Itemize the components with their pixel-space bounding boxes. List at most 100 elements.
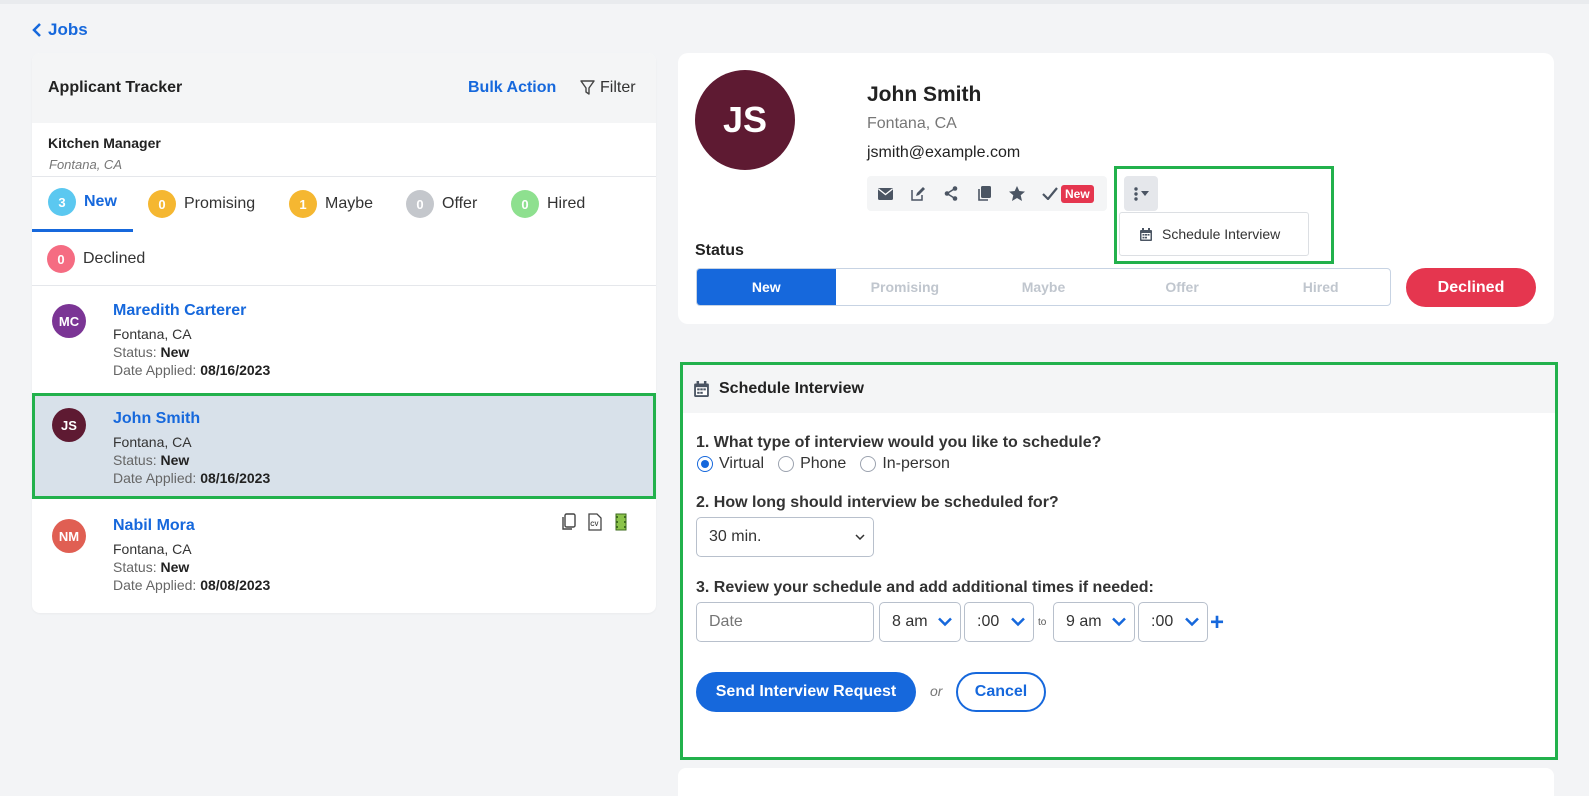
count-badge: 0 [406,190,434,218]
tab-declined[interactable]: 0 Declined [47,245,145,273]
start-minute-select[interactable]: :00 [964,602,1034,642]
applicant-item-nabil-mora[interactable]: NM Nabil Mora Fontana, CA Status: New Da… [32,501,656,607]
status-option-promising[interactable]: Promising [836,269,975,305]
chevron-down-icon [855,534,865,540]
copy-icon[interactable] [976,186,992,202]
more-actions-button[interactable] [1124,176,1158,211]
tab-label: Promising [184,195,256,212]
job-location: Fontana, CA [49,157,122,172]
radio-in-person[interactable]: In-person [860,455,950,473]
status-option-new[interactable]: New [697,269,836,305]
add-time-button[interactable]: + [1210,609,1224,637]
applicant-name[interactable]: Nabil Mora [113,517,195,535]
tab-label: Declined [83,250,146,267]
status-label: Status: [113,452,157,468]
profile-name: John Smith [867,83,982,106]
tab-label: Maybe [325,195,374,212]
applicant-name[interactable]: John Smith [113,410,200,428]
back-label: Jobs [48,20,88,39]
send-interview-request-button[interactable]: Send Interview Request [696,672,916,712]
radio-virtual[interactable]: Virtual [697,455,764,473]
tab-label: Offer [442,195,478,212]
date-label: Date Applied: [113,362,197,378]
count-badge: 0 [511,190,539,218]
interview-type-options: Virtual Phone In-person [697,455,950,473]
question-interview-type: 1. What type of interview would you like… [696,434,1102,451]
tracker-title: Applicant Tracker [48,79,183,96]
cancel-button[interactable]: Cancel [956,672,1046,712]
applicant-date: Date Applied: 08/08/2023 [113,577,270,593]
applicant-actions: CV [560,513,630,531]
radio-button[interactable] [860,456,877,472]
status-option-offer[interactable]: Offer [1113,269,1252,305]
radio-button[interactable] [697,456,713,472]
date-label: Date Applied: [113,577,197,593]
next-card [678,768,1554,796]
chevron-left-icon [32,23,41,37]
or-label: or [930,683,943,699]
status-option-hired[interactable]: Hired [1251,269,1390,305]
radio-button[interactable] [778,456,795,472]
filter-label: Filter [600,79,636,96]
tab-offer[interactable]: 0 Offer [406,190,477,218]
date-value: 08/16/2023 [200,362,271,378]
schedule-header: Schedule Interview [683,365,1555,413]
end-hour-select[interactable]: 9 am [1053,602,1135,642]
schedule-interview-menu-item[interactable]: Schedule Interview [1119,212,1309,256]
back-to-jobs-link[interactable]: Jobs [32,20,88,40]
tab-promising[interactable]: 0 Promising [148,190,255,218]
radio-label: Virtual [719,455,765,472]
applicant-status: Status: New [113,559,189,575]
radio-phone[interactable]: Phone [778,455,846,473]
applicant-item-maredith-carterer[interactable]: MC Maredith Carterer Fontana, CA Status:… [32,286,656,392]
date-value: 08/16/2023 [200,470,271,486]
date-input[interactable] [696,602,874,642]
star-icon[interactable] [1009,186,1025,202]
status-value: New [160,344,190,360]
applicant-item-john-smith[interactable]: JS John Smith Fontana, CA Status: New Da… [32,393,656,499]
status-option-maybe[interactable]: Maybe [974,269,1113,305]
chevron-down-icon [938,617,952,627]
status-label: Status: [113,344,157,360]
applicant-status: Status: New [113,452,189,468]
new-badge: New [1061,184,1094,203]
start-hour-select[interactable]: 8 am [879,602,961,642]
date-value: 08/08/2023 [200,577,271,593]
check-icon[interactable] [1042,186,1058,202]
calendar-icon [1140,227,1152,241]
cv-icon[interactable]: CV [586,513,604,531]
edit-icon[interactable] [910,186,926,202]
count-badge: 0 [47,245,75,273]
status-label: Status: [113,559,157,575]
video-icon[interactable] [612,513,630,531]
to-label: to [1038,617,1047,628]
duration-select[interactable]: 30 min. [696,517,874,557]
top-divider [0,0,1589,4]
copy-icon[interactable] [560,513,578,531]
end-minute-select[interactable]: :00 [1138,602,1208,642]
bulk-action-button[interactable]: Bulk Action [468,79,556,97]
tab-hired[interactable]: 0 Hired [511,190,585,218]
applicant-profile-card: JS John Smith Fontana, CA jsmith@example… [678,53,1554,324]
schedule-interview-panel: Schedule Interview 1. What type of inter… [680,362,1558,760]
chevron-down-icon [1112,617,1126,627]
tab-label: Hired [547,195,586,212]
svg-text:CV: CV [590,522,598,528]
tab-maybe[interactable]: 1 Maybe [289,190,373,218]
status-selector: New Promising Maybe Offer Hired [696,268,1391,306]
email-icon[interactable] [877,186,893,202]
question-duration: 2. How long should interview be schedule… [696,494,1059,511]
share-icon[interactable] [943,186,959,202]
tab-new[interactable]: 3 New [48,188,117,216]
start-minute-value: :00 [977,613,1000,630]
avatar: NM [52,519,86,553]
profile-toolbar: New [867,176,1107,211]
job-title: Kitchen Manager [48,135,161,151]
applicant-name[interactable]: Maredith Carterer [113,302,246,320]
declined-button[interactable]: Declined [1406,268,1536,307]
radio-label: Phone [800,455,847,472]
profile-email: jsmith@example.com [867,144,1021,161]
question-schedule: 3. Review your schedule and add addition… [696,579,1154,596]
filter-icon [580,80,595,95]
filter-button[interactable]: Filter [580,79,636,97]
